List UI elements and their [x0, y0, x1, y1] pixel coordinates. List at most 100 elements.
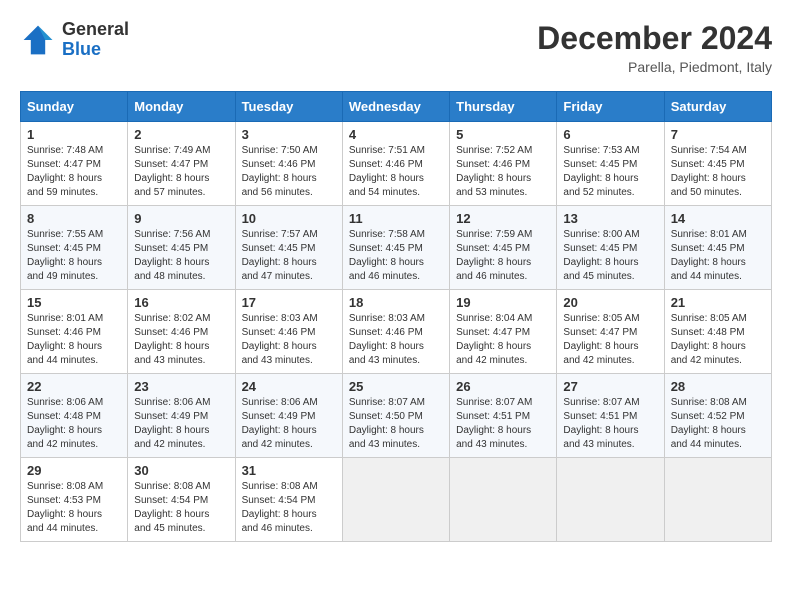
calendar-cell: 22Sunrise: 8:06 AMSunset: 4:48 PMDayligh…: [21, 374, 128, 458]
calendar-cell: [450, 458, 557, 542]
cell-info: Sunrise: 7:58 AMSunset: 4:45 PMDaylight:…: [349, 229, 425, 282]
calendar-cell: 21 Sunrise: 8:05 AMSunset: 4:48 PMDayligh…: [664, 290, 771, 374]
cell-info: Sunrise: 8:06 AMSunset: 4:49 PMDaylight:…: [134, 397, 210, 450]
calendar-day-header: Saturday: [664, 92, 771, 122]
day-number: 4: [349, 127, 443, 142]
day-number: 11: [349, 211, 443, 226]
calendar-day-header: Friday: [557, 92, 664, 122]
day-number: 2: [134, 127, 228, 142]
day-number: 19: [456, 295, 550, 310]
calendar-day-header: Wednesday: [342, 92, 449, 122]
calendar-day-header: Monday: [128, 92, 235, 122]
calendar-cell: 29Sunrise: 8:08 AMSunset: 4:53 PMDayligh…: [21, 458, 128, 542]
cell-info: Sunrise: 8:08 AMSunset: 4:54 PMDaylight:…: [134, 481, 210, 534]
day-number: 12: [456, 211, 550, 226]
logo-blue: Blue: [62, 39, 101, 59]
calendar-cell: 19 Sunrise: 8:04 AMSunset: 4:47 PMDayligh…: [450, 290, 557, 374]
cell-info: Sunrise: 8:04 AMSunset: 4:47 PMDaylight:…: [456, 313, 532, 366]
calendar-cell: 3Sunrise: 7:50 AMSunset: 4:46 PMDaylight…: [235, 122, 342, 206]
calendar-cell: 26 Sunrise: 8:07 AMSunset: 4:51 PMDayligh…: [450, 374, 557, 458]
day-number: 26: [456, 379, 550, 394]
calendar-cell: 20 Sunrise: 8:05 AMSunset: 4:47 PMDayligh…: [557, 290, 664, 374]
cell-info: Sunrise: 7:54 AMSunset: 4:45 PMDaylight:…: [671, 145, 747, 198]
day-number: 20: [563, 295, 657, 310]
calendar-cell: 25Sunrise: 8:07 AMSunset: 4:50 PMDayligh…: [342, 374, 449, 458]
day-number: 14: [671, 211, 765, 226]
calendar-week-row: 29Sunrise: 8:08 AMSunset: 4:53 PMDayligh…: [21, 458, 772, 542]
calendar-body: 1Sunrise: 7:48 AMSunset: 4:47 PMDaylight…: [21, 122, 772, 542]
cell-info: Sunrise: 8:03 AMSunset: 4:46 PMDaylight:…: [349, 313, 425, 366]
cell-info: Sunrise: 8:01 AMSunset: 4:46 PMDaylight:…: [27, 313, 103, 366]
day-number: 21: [671, 295, 765, 310]
page-header: General Blue December 2024 Parella, Pied…: [20, 20, 772, 75]
cell-info: Sunrise: 7:50 AMSunset: 4:46 PMDaylight:…: [242, 145, 318, 198]
day-number: 15: [27, 295, 121, 310]
calendar-cell: 23 Sunrise: 8:06 AMSunset: 4:49 PMDayligh…: [128, 374, 235, 458]
calendar-cell: [342, 458, 449, 542]
calendar-cell: 18Sunrise: 8:03 AMSunset: 4:46 PMDayligh…: [342, 290, 449, 374]
calendar-table: SundayMondayTuesdayWednesdayThursdayFrid…: [20, 91, 772, 542]
calendar-cell: 13Sunrise: 8:00 AMSunset: 4:45 PMDayligh…: [557, 206, 664, 290]
cell-info: Sunrise: 8:02 AMSunset: 4:46 PMDaylight:…: [134, 313, 210, 366]
calendar-cell: 27 Sunrise: 8:07 AMSunset: 4:51 PMDayligh…: [557, 374, 664, 458]
cell-info: Sunrise: 7:53 AMSunset: 4:45 PMDaylight:…: [563, 145, 639, 198]
calendar-cell: 6 Sunrise: 7:53 AMSunset: 4:45 PMDaylight…: [557, 122, 664, 206]
calendar-cell: 8Sunrise: 7:55 AMSunset: 4:45 PMDaylight…: [21, 206, 128, 290]
day-number: 6: [563, 127, 657, 142]
cell-info: Sunrise: 8:08 AMSunset: 4:52 PMDaylight:…: [671, 397, 747, 450]
cell-info: Sunrise: 7:56 AMSunset: 4:45 PMDaylight:…: [134, 229, 210, 282]
day-number: 23: [134, 379, 228, 394]
cell-info: Sunrise: 8:05 AMSunset: 4:48 PMDaylight:…: [671, 313, 747, 366]
cell-info: Sunrise: 7:57 AMSunset: 4:45 PMDaylight:…: [242, 229, 318, 282]
calendar-cell: 15 Sunrise: 8:01 AMSunset: 4:46 PMDayligh…: [21, 290, 128, 374]
logo: General Blue: [20, 20, 129, 60]
day-number: 30: [134, 463, 228, 478]
calendar-day-header: Thursday: [450, 92, 557, 122]
day-number: 27: [563, 379, 657, 394]
calendar-cell: [664, 458, 771, 542]
calendar-cell: 4 Sunrise: 7:51 AMSunset: 4:46 PMDaylight…: [342, 122, 449, 206]
cell-info: Sunrise: 8:07 AMSunset: 4:51 PMDaylight:…: [563, 397, 639, 450]
day-number: 22: [27, 379, 121, 394]
calendar-cell: 24 Sunrise: 8:06 AMSunset: 4:49 PMDayligh…: [235, 374, 342, 458]
cell-info: Sunrise: 8:08 AMSunset: 4:54 PMDaylight:…: [242, 481, 318, 534]
cell-info: Sunrise: 8:08 AMSunset: 4:53 PMDaylight:…: [27, 481, 103, 534]
calendar-cell: 28 Sunrise: 8:08 AMSunset: 4:52 PMDayligh…: [664, 374, 771, 458]
day-number: 9: [134, 211, 228, 226]
calendar-week-row: 15 Sunrise: 8:01 AMSunset: 4:46 PMDayligh…: [21, 290, 772, 374]
day-number: 31: [242, 463, 336, 478]
calendar-cell: 10 Sunrise: 7:57 AMSunset: 4:45 PMDayligh…: [235, 206, 342, 290]
calendar-cell: 30 Sunrise: 8:08 AMSunset: 4:54 PMDayligh…: [128, 458, 235, 542]
calendar-week-row: 22Sunrise: 8:06 AMSunset: 4:48 PMDayligh…: [21, 374, 772, 458]
cell-info: Sunrise: 7:52 AMSunset: 4:46 PMDaylight:…: [456, 145, 532, 198]
calendar-cell: 9 Sunrise: 7:56 AMSunset: 4:45 PMDaylight…: [128, 206, 235, 290]
cell-info: Sunrise: 8:01 AMSunset: 4:45 PMDaylight:…: [671, 229, 747, 282]
calendar-cell: 12 Sunrise: 7:59 AMSunset: 4:45 PMDayligh…: [450, 206, 557, 290]
calendar-week-row: 8Sunrise: 7:55 AMSunset: 4:45 PMDaylight…: [21, 206, 772, 290]
day-number: 24: [242, 379, 336, 394]
calendar-cell: 16 Sunrise: 8:02 AMSunset: 4:46 PMDayligh…: [128, 290, 235, 374]
cell-info: Sunrise: 8:03 AMSunset: 4:46 PMDaylight:…: [242, 313, 318, 366]
cell-info: Sunrise: 7:55 AMSunset: 4:45 PMDaylight:…: [27, 229, 103, 282]
day-number: 13: [563, 211, 657, 226]
calendar-day-header: Tuesday: [235, 92, 342, 122]
calendar-cell: [557, 458, 664, 542]
calendar-cell: 7 Sunrise: 7:54 AMSunset: 4:45 PMDaylight…: [664, 122, 771, 206]
cell-info: Sunrise: 8:06 AMSunset: 4:49 PMDaylight:…: [242, 397, 318, 450]
day-number: 10: [242, 211, 336, 226]
calendar-week-row: 1Sunrise: 7:48 AMSunset: 4:47 PMDaylight…: [21, 122, 772, 206]
cell-info: Sunrise: 8:05 AMSunset: 4:47 PMDaylight:…: [563, 313, 639, 366]
calendar-cell: 1Sunrise: 7:48 AMSunset: 4:47 PMDaylight…: [21, 122, 128, 206]
cell-info: Sunrise: 7:59 AMSunset: 4:45 PMDaylight:…: [456, 229, 532, 282]
day-number: 28: [671, 379, 765, 394]
calendar-cell: 31 Sunrise: 8:08 AMSunset: 4:54 PMDayligh…: [235, 458, 342, 542]
day-number: 25: [349, 379, 443, 394]
calendar-cell: 11 Sunrise: 7:58 AMSunset: 4:45 PMDayligh…: [342, 206, 449, 290]
cell-info: Sunrise: 7:49 AMSunset: 4:47 PMDaylight:…: [134, 145, 210, 198]
cell-info: Sunrise: 8:07 AMSunset: 4:51 PMDaylight:…: [456, 397, 532, 450]
cell-info: Sunrise: 7:51 AMSunset: 4:46 PMDaylight:…: [349, 145, 425, 198]
cell-info: Sunrise: 7:48 AMSunset: 4:47 PMDaylight:…: [27, 145, 103, 198]
day-number: 7: [671, 127, 765, 142]
day-number: 16: [134, 295, 228, 310]
month-year: December 2024: [537, 20, 772, 57]
